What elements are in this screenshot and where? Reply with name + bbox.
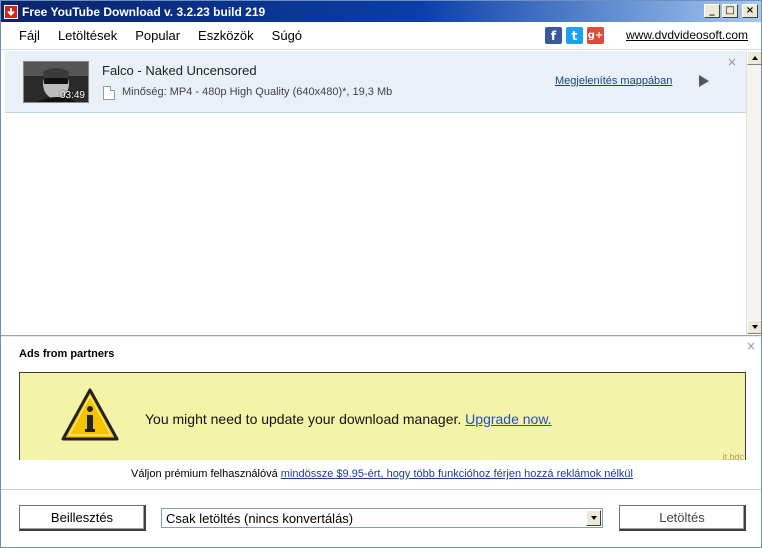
menu-file[interactable]: Fájl <box>1 22 49 50</box>
menu-tools[interactable]: Eszközök <box>189 22 263 50</box>
menu-downloads[interactable]: Letöltések <box>49 22 126 50</box>
ad-message-text: You might need to update your download m… <box>145 411 462 427</box>
twitter-icon[interactable]: t <box>566 27 583 44</box>
dropdown-arrow-button[interactable] <box>586 510 601 526</box>
window-controls: _ □ × <box>704 4 758 18</box>
video-thumbnail[interactable]: 03:49 <box>23 61 89 103</box>
website-link[interactable]: www.dvdvideosoft.com <box>626 28 748 42</box>
video-quality-info: Minőség: MP4 - 480p High Quality (640x48… <box>122 86 393 98</box>
chevron-down-icon <box>590 516 597 520</box>
format-select-value: Csak letöltés (nincs konvertálás) <box>166 511 354 526</box>
app-download-icon <box>4 4 18 19</box>
ad-corner-text: it.bdc <box>722 452 744 460</box>
premium-link[interactable]: mindössze $9.95-ért, hogy több funkcióho… <box>281 468 633 480</box>
minimize-button[interactable]: _ <box>704 4 720 18</box>
scroll-down-button[interactable] <box>747 320 762 334</box>
google-plus-icon[interactable]: g+ <box>587 27 604 44</box>
premium-notice: Váljon prémium felhasználóvá mindössze $… <box>1 468 762 480</box>
download-item[interactable]: 03:49 Falco - Naked Uncensored Minőség: … <box>5 51 746 113</box>
menu-popular[interactable]: Popular <box>126 22 189 50</box>
arrow-up-icon <box>751 56 758 60</box>
warning-icon <box>61 388 119 441</box>
ads-header: Ads from partners <box>19 348 115 360</box>
maximize-button[interactable]: □ <box>722 4 738 18</box>
show-in-folder-link[interactable]: Megjelenítés mappában <box>555 75 672 87</box>
video-title: Falco - Naked Uncensored <box>102 63 257 78</box>
paste-button[interactable]: Beillesztés <box>19 505 146 531</box>
play-icon[interactable] <box>699 75 709 87</box>
arrow-down-icon <box>751 325 758 329</box>
premium-text: Váljon prémium felhasználóvá <box>130 468 278 480</box>
remove-item-icon[interactable]: × <box>727 55 737 69</box>
scroll-up-button[interactable] <box>747 51 762 65</box>
window-title: Free YouTube Download v. 3.2.23 build 21… <box>22 4 266 19</box>
ad-message: You might need to update your download m… <box>145 411 552 427</box>
close-ads-icon[interactable]: × <box>746 339 756 353</box>
file-icon <box>103 86 115 100</box>
format-select[interactable]: Csak letöltés (nincs konvertálás) <box>161 508 603 528</box>
list-scrollbar[interactable] <box>746 51 762 334</box>
social-links: f t g+ <box>545 27 604 44</box>
title-bar[interactable]: Free YouTube Download v. 3.2.23 build 21… <box>1 1 761 22</box>
app-window: Free YouTube Download v. 3.2.23 build 21… <box>0 0 762 548</box>
bottom-divider <box>1 489 761 490</box>
panel-splitter[interactable] <box>1 335 761 337</box>
download-list: 03:49 Falco - Naked Uncensored Minőség: … <box>5 51 746 334</box>
download-button[interactable]: Letöltés <box>619 505 746 531</box>
close-window-button[interactable]: × <box>742 4 758 18</box>
upgrade-link[interactable]: Upgrade now. <box>465 411 551 427</box>
video-duration: 03:49 <box>59 90 85 101</box>
menu-bar: Fájl Letöltések Popular Eszközök Súgó f … <box>1 22 761 50</box>
menu-help[interactable]: Súgó <box>263 22 311 50</box>
facebook-icon[interactable]: f <box>545 27 562 44</box>
ad-banner[interactable]: You might need to update your download m… <box>19 372 746 460</box>
